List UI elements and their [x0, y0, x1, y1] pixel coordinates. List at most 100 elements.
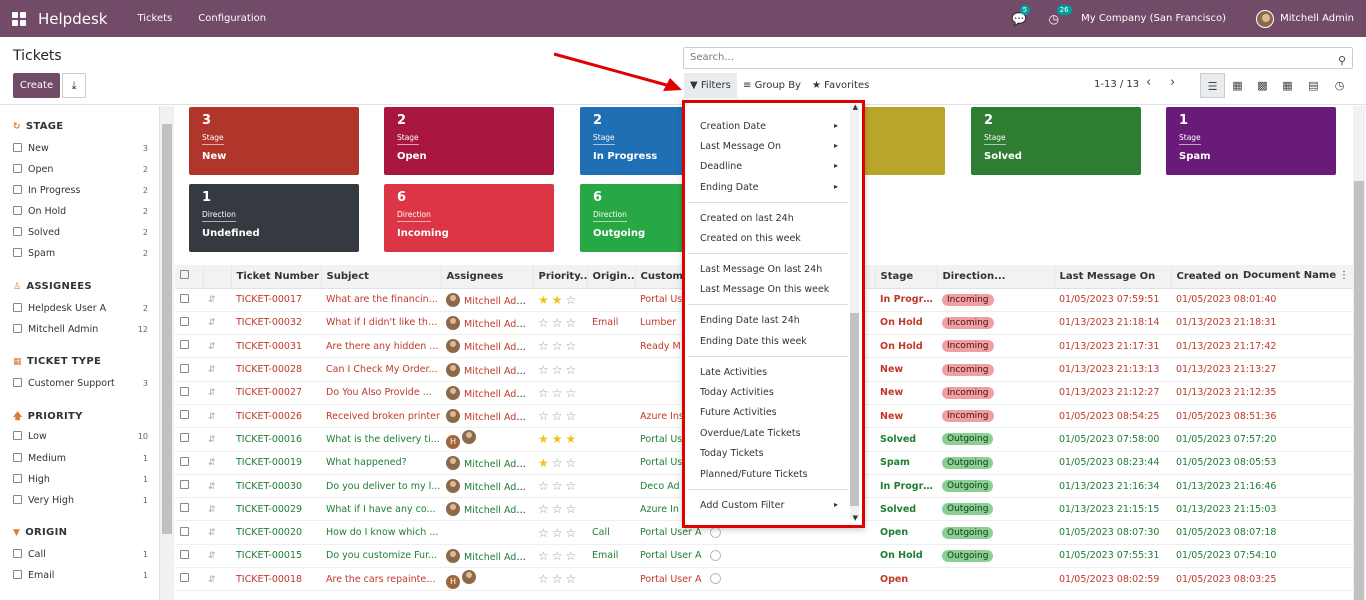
scroll-up-icon[interactable]: ▲	[853, 103, 858, 111]
activity-view-icon[interactable]: ◷	[1327, 73, 1352, 98]
row-checkbox[interactable]	[180, 526, 189, 536]
row-handle[interactable]: ⇵	[203, 520, 231, 545]
priority-stars[interactable]: ☆☆☆	[533, 334, 587, 359]
filter-planned-tickets[interactable]: Planned/Future Tickets	[700, 469, 808, 480]
filter-ending-this-week[interactable]: Ending Date this week	[700, 336, 807, 347]
priority-star-icon[interactable]: ☆	[538, 386, 552, 400]
user-menu[interactable]: Mitchell Admin	[1280, 13, 1354, 24]
checkbox[interactable]	[13, 248, 22, 257]
priority-star-icon[interactable]: ☆	[566, 456, 580, 470]
stat-card[interactable]: 1 Stage Spam	[1166, 107, 1336, 175]
column-last-message[interactable]: Last Message On	[1054, 265, 1172, 289]
priority-star-icon[interactable]: ☆	[566, 526, 580, 540]
pivot-view-icon[interactable]: ▦	[1275, 73, 1300, 98]
favorites-button[interactable]: ★ Favorites	[806, 73, 875, 98]
filter-last-message-this-week[interactable]: Last Message On this week	[700, 284, 829, 295]
menu-configuration[interactable]: Configuration	[198, 13, 266, 24]
drag-handle-icon[interactable]: ⇵	[208, 528, 216, 538]
column-stage[interactable]: Stage	[875, 265, 938, 289]
row-handle[interactable]: ⇵	[203, 357, 231, 382]
priority-star-icon[interactable]: ☆	[538, 479, 552, 493]
filters-button[interactable]: ▼ Filters	[684, 73, 737, 98]
add-custom-filter[interactable]: Add Custom Filter ▸	[700, 500, 838, 511]
priority-star-icon[interactable]: ☆	[566, 549, 580, 563]
drag-handle-icon[interactable]: ⇵	[208, 318, 216, 328]
table-row[interactable]: ⇵ TICKET-00015 Do you customize Fur... Mitc…	[175, 544, 1354, 569]
drag-handle-icon[interactable]: ⇵	[208, 435, 216, 445]
priority-star-icon[interactable]: ☆	[566, 339, 580, 353]
clock-icon[interactable]	[710, 549, 721, 561]
row-checkbox[interactable]	[180, 316, 189, 326]
priority-star-icon[interactable]: ☆	[552, 339, 566, 353]
filter-late-activities[interactable]: Late Activities	[700, 367, 767, 378]
select-all-checkbox[interactable]	[180, 270, 189, 280]
checkbox[interactable]	[13, 227, 22, 236]
row-select[interactable]	[175, 497, 203, 522]
drag-handle-icon[interactable]: ⇵	[208, 482, 216, 492]
priority-star-icon[interactable]: ★	[538, 456, 552, 470]
priority-star-icon[interactable]: ☆	[566, 293, 580, 307]
row-checkbox[interactable]	[180, 340, 189, 350]
priority-star-icon[interactable]: ☆	[552, 456, 566, 470]
priority-star-icon[interactable]: ☆	[538, 502, 552, 516]
column-origin[interactable]: Origin...	[587, 265, 636, 289]
sidebar-item-open[interactable]: Open 2	[13, 164, 148, 178]
checkbox[interactable]	[13, 143, 22, 152]
column-document-name[interactable]: Document Name	[1243, 270, 1336, 281]
checkbox[interactable]	[13, 185, 22, 194]
sidebar-item-email[interactable]: Email 1	[13, 570, 148, 584]
chat-icon[interactable]: 💬 5	[1012, 4, 1031, 26]
sidebar-scrollbar[interactable]	[160, 106, 174, 600]
stat-card[interactable]: 3 Stage New	[189, 107, 359, 175]
row-handle[interactable]: ⇵	[203, 427, 231, 452]
row-select[interactable]	[175, 334, 203, 359]
row-checkbox[interactable]	[180, 433, 189, 443]
create-button[interactable]: Create	[13, 73, 60, 98]
checkbox[interactable]	[13, 495, 22, 504]
checkbox[interactable]	[13, 431, 22, 440]
priority-star-icon[interactable]: ☆	[538, 339, 552, 353]
priority-star-icon[interactable]: ☆	[566, 572, 580, 586]
priority-star-icon[interactable]: ☆	[552, 409, 566, 423]
drag-handle-icon[interactable]: ⇵	[208, 412, 216, 422]
priority-star-icon[interactable]: ☆	[552, 526, 566, 540]
priority-star-icon[interactable]: ☆	[566, 316, 580, 330]
priority-star-icon[interactable]: ☆	[566, 502, 580, 516]
priority-stars[interactable]: ★☆☆	[533, 451, 587, 475]
row-select[interactable]	[175, 311, 203, 336]
filter-today-activities[interactable]: Today Activities	[700, 387, 774, 398]
stat-card[interactable]: 2 Stage Solved	[971, 107, 1141, 175]
kanban-view-icon[interactable]: ▦	[1225, 73, 1250, 98]
column-assignees[interactable]: Assignees	[441, 265, 534, 289]
row-handle[interactable]: ⇵	[203, 334, 231, 359]
priority-stars[interactable]: ☆☆☆	[533, 311, 587, 336]
search-icon[interactable]: ⚲	[1338, 51, 1346, 71]
clock-icon[interactable]	[710, 526, 721, 538]
row-checkbox[interactable]	[180, 549, 189, 559]
drag-handle-icon[interactable]: ⇵	[208, 575, 216, 585]
row-checkbox[interactable]	[180, 456, 189, 466]
drag-handle-icon[interactable]: ⇵	[208, 295, 216, 305]
priority-star-icon[interactable]: ★	[552, 432, 566, 446]
filter-today-tickets[interactable]: Today Tickets	[700, 448, 764, 459]
priority-star-icon[interactable]: ☆	[552, 316, 566, 330]
row-checkbox[interactable]	[180, 573, 189, 583]
row-handle[interactable]: ⇵	[203, 497, 231, 522]
priority-stars[interactable]: ☆☆☆	[533, 404, 587, 429]
priority-stars[interactable]: ☆☆☆	[533, 497, 587, 522]
row-checkbox[interactable]	[180, 410, 189, 420]
row-checkbox[interactable]	[180, 363, 189, 373]
row-select[interactable]	[175, 404, 203, 429]
checkbox[interactable]	[13, 206, 22, 215]
row-handle[interactable]: ⇵	[203, 544, 231, 569]
list-view-icon[interactable]: ☰	[1200, 73, 1225, 98]
row-handle[interactable]: ⇵	[203, 404, 231, 429]
priority-star-icon[interactable]: ☆	[552, 549, 566, 563]
filter-deadline[interactable]: Deadline ▸	[700, 161, 838, 172]
app-title[interactable]: Helpdesk	[38, 10, 107, 28]
checkbox[interactable]	[13, 324, 22, 333]
row-select[interactable]	[175, 567, 203, 592]
row-select[interactable]	[175, 381, 203, 405]
filter-ending-date[interactable]: Ending Date ▸	[700, 182, 838, 193]
checkbox[interactable]	[13, 164, 22, 173]
